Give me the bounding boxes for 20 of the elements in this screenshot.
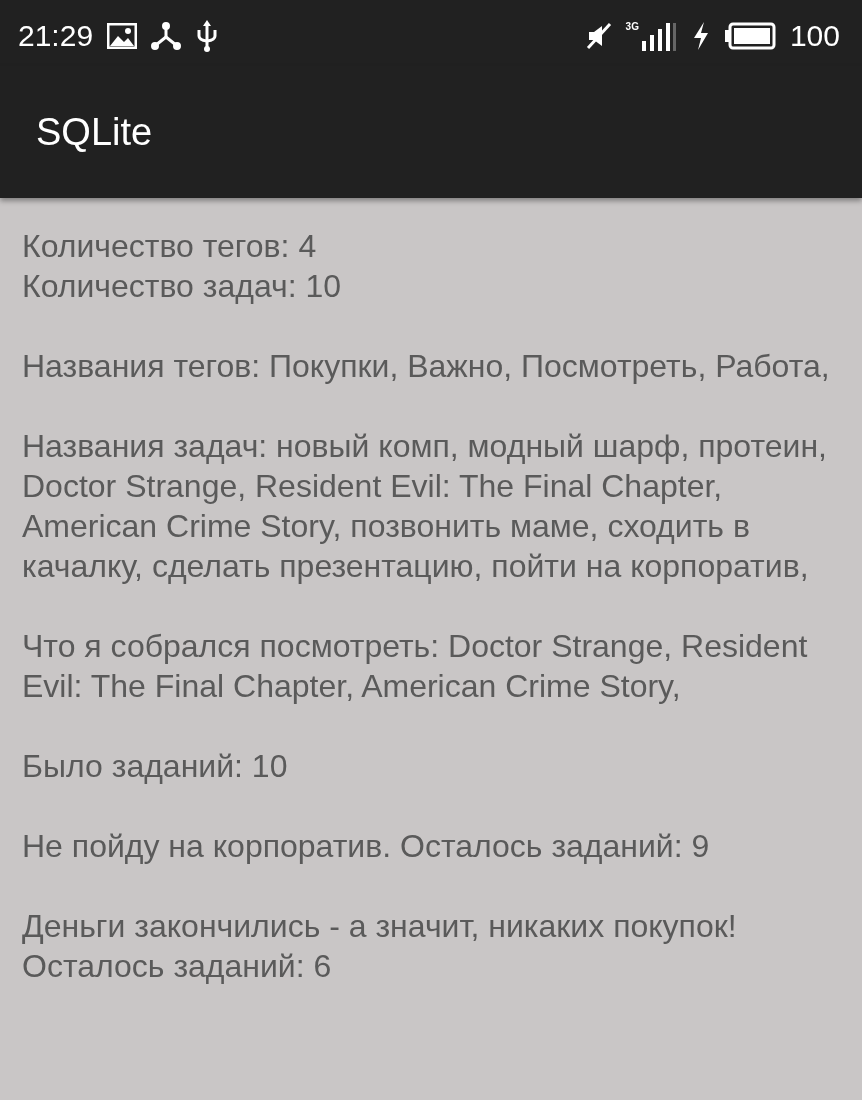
text-line: Названия задач: новый комп, модный шарф, протеин, Doctor Strange, Resident Evil: The Final Chapter, American Crime Story, позвонить маме, сходить в качалку, сделать презентацию, пойти на корпоратив, xyxy=(22,427,828,586)
text-line: Было заданий: 10 xyxy=(22,747,289,786)
share-icon xyxy=(151,22,182,50)
text-line: Не пойду на корпоратив. Осталось заданий: 9 xyxy=(22,827,711,866)
battery-icon xyxy=(723,22,776,50)
text-line: Что я собрался посмотреть: Doctor Strange, Resident Evil: The Final Chapter, American Crime Story, xyxy=(22,627,809,706)
text-line: Количество задач: 10 xyxy=(22,267,342,306)
muted-icon xyxy=(585,22,612,50)
usb-icon xyxy=(195,20,220,52)
app-title: SQLite xyxy=(36,110,153,154)
text-line: Осталось заданий: 6 xyxy=(22,947,333,986)
image-icon xyxy=(107,23,138,49)
text-line: Количество тегов: 4 xyxy=(22,227,318,266)
network-type: 3G xyxy=(625,21,639,33)
clock: 21:29 xyxy=(18,19,94,53)
signal-icon xyxy=(639,21,678,51)
charging-icon xyxy=(691,22,710,50)
text-line: Названия тегов: Покупки, Важно, Посмотреть, Работа, xyxy=(22,347,831,386)
text-line: Деньги закончились - а значит, никаких покупок! xyxy=(22,907,738,946)
battery-level: 100 xyxy=(789,19,840,53)
